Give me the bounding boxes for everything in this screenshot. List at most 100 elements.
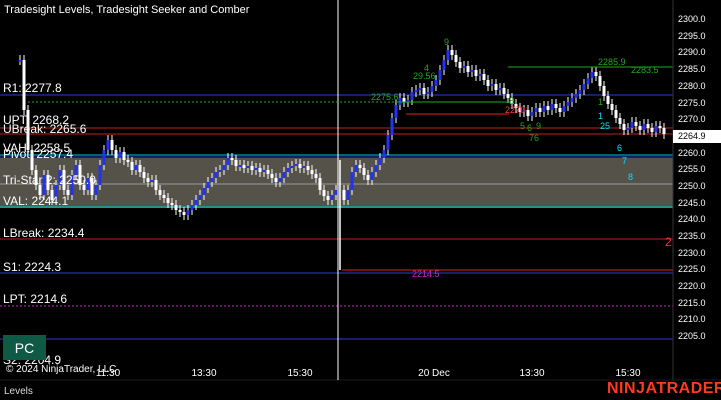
candle-body <box>470 70 474 72</box>
candle-body <box>118 152 122 158</box>
candle-body <box>562 106 566 112</box>
candle-body <box>290 166 294 168</box>
candle-body <box>386 135 390 150</box>
level-label-s1: S1: 2224.3 <box>3 260 62 274</box>
candle-body <box>370 172 374 180</box>
candle-body <box>418 88 422 90</box>
candle-body <box>202 188 206 195</box>
marker-label: 2275.6 <box>371 92 399 102</box>
candle-body <box>258 168 262 172</box>
candle-body <box>198 195 202 200</box>
candle-body <box>374 165 378 172</box>
price-axis-label: 2215.0 <box>678 298 706 308</box>
candle-body <box>618 118 622 124</box>
price-axis-label: 2205.0 <box>678 331 706 341</box>
time-axis-label: 20 Dec <box>418 368 450 379</box>
price-axis-label: 2270.0 <box>678 114 706 124</box>
level-label-pivot: Pivot: 2257.4 <box>3 147 74 161</box>
candle-body <box>378 158 382 165</box>
candle-body <box>238 165 242 167</box>
time-axis-label: 13:30 <box>191 368 217 379</box>
marker-label: 8 <box>628 172 634 182</box>
candle-body <box>462 66 466 68</box>
marker-label: 9 <box>536 121 542 131</box>
marker-label: 7 <box>622 156 628 166</box>
candle-body <box>162 195 166 198</box>
level-lines <box>0 94 673 340</box>
candle-body <box>526 110 530 116</box>
candle-body <box>574 94 578 98</box>
candle-body <box>490 84 494 86</box>
candle-body <box>570 98 574 102</box>
marker-label: 5 <box>520 121 526 131</box>
ninjatrader-logo: NINJATRADER <box>607 380 721 397</box>
candle-body <box>622 124 626 130</box>
candle-body <box>430 86 434 92</box>
candle-body <box>194 200 198 205</box>
candle-body <box>354 165 358 172</box>
candle-body <box>190 205 194 210</box>
tab-levels[interactable]: Levels <box>4 386 33 397</box>
candle-body <box>182 212 186 215</box>
candle-body <box>534 108 538 112</box>
candle-body <box>166 198 170 203</box>
candle-body <box>178 210 182 212</box>
marker-label: 2283.5 <box>631 65 659 75</box>
candle-body <box>366 175 370 180</box>
candle-body <box>254 168 258 170</box>
candle-body <box>634 122 638 126</box>
candle-body <box>598 76 602 86</box>
price-axis-label: 2295.0 <box>678 31 706 41</box>
candle-body <box>302 166 306 168</box>
candle-body <box>662 128 666 134</box>
candle-body <box>330 195 334 200</box>
candle-body <box>262 170 266 172</box>
candle-body <box>594 72 598 76</box>
candle-body <box>390 118 394 135</box>
candle-body <box>502 88 506 94</box>
candle-body <box>114 150 118 158</box>
candle-body <box>402 98 406 102</box>
candle-body <box>642 124 646 130</box>
price-axis-label: 2220.0 <box>678 281 706 291</box>
candle-body <box>346 190 350 200</box>
candle-body <box>550 104 554 110</box>
candle-body <box>538 108 542 112</box>
candle-body <box>142 172 146 178</box>
candle-body <box>106 140 110 150</box>
marker-label: 76 <box>529 133 540 143</box>
candle-body <box>214 172 218 178</box>
candle-body <box>126 160 130 162</box>
candle-body <box>286 168 290 172</box>
candle-body <box>206 182 210 188</box>
candle-body <box>226 158 230 165</box>
candle-body <box>558 108 562 112</box>
price-axis-label: 2275.0 <box>678 98 706 108</box>
candle-body <box>482 74 486 80</box>
marker-label: 2285.9 <box>598 57 626 67</box>
candle-body <box>426 92 430 94</box>
price-axis-label: 2260.0 <box>678 148 706 158</box>
pc-badge[interactable]: PC <box>3 335 46 360</box>
candle-body <box>458 62 462 68</box>
candle-body <box>98 165 102 185</box>
candle-body <box>466 66 470 72</box>
price-axis-label: 2240.0 <box>678 214 706 224</box>
candle-body <box>294 164 298 166</box>
current-price-marker: 2264.9 <box>673 130 721 143</box>
candle-body <box>422 88 426 94</box>
price-axis-label: 2285.0 <box>678 64 706 74</box>
candle-body <box>350 172 354 190</box>
candle-body <box>486 80 490 86</box>
candle-body <box>310 170 314 174</box>
marker-label: 6 <box>617 143 623 153</box>
price-axis-label: 2245.0 <box>678 198 706 208</box>
candle-body <box>566 102 570 106</box>
candle-body <box>358 165 362 168</box>
candle-body <box>454 55 458 62</box>
candle-body <box>306 166 310 170</box>
marker-label: 1 <box>598 97 604 107</box>
candle-body <box>158 190 162 195</box>
price-axis-label: 2280.0 <box>678 81 706 91</box>
candle-body <box>450 50 454 55</box>
